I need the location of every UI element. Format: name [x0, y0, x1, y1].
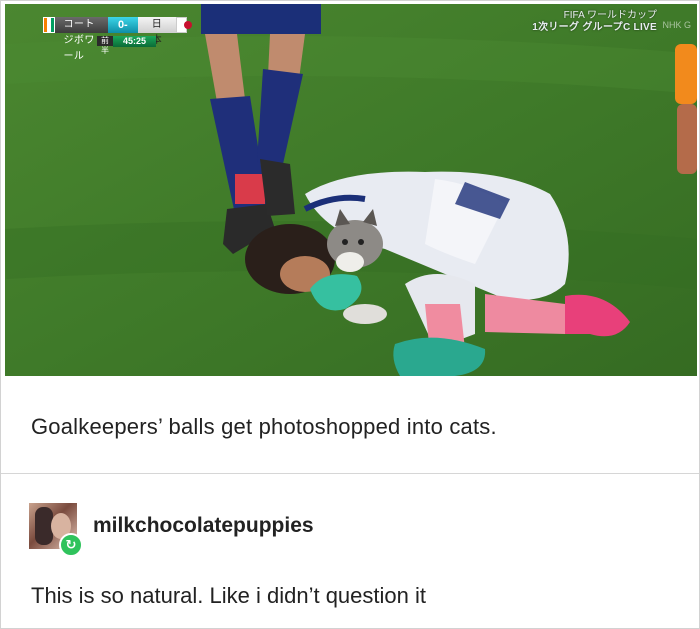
post-card: コートジボワール 0-1 日本 前半 45:25 FIFA ワールドカップ 1次… [0, 0, 700, 629]
match-score: 0-1 [107, 17, 138, 47]
reblog-icon: ↻ [59, 533, 83, 557]
channel-watermark: NHK G [662, 20, 691, 30]
reblog-comment: ↻ milkchocolatepuppies This is so natura… [1, 474, 699, 628]
ivory-coast-flag-icon [43, 17, 56, 33]
post-caption-block: Goalkeepers’ balls get photoshopped into… [1, 377, 699, 472]
half-label: 前半 [97, 36, 113, 55]
reblog-username[interactable]: milkchocolatepuppies [93, 514, 314, 538]
away-team-label: 日本 [137, 17, 176, 46]
broadcast-info: FIFA ワールドカップ 1次リーグ グループC LIVE [532, 10, 657, 34]
broadcast-subtitle: 1次リーグ グループC LIVE [532, 22, 657, 33]
goalkeeper-with-cat-image [5, 4, 697, 376]
reblog-comment-text: This is so natural. Like i didn’t questi… [31, 583, 426, 608]
post-caption: Goalkeepers’ balls get photoshopped into… [31, 414, 497, 439]
home-team-label: コートジボワール [55, 17, 108, 62]
post-photo[interactable]: コートジボワール 0-1 日本 前半 45:25 FIFA ワールドカップ 1次… [5, 4, 697, 376]
match-clock: 45:25 [113, 35, 157, 47]
broadcast-title: FIFA ワールドカップ [563, 10, 657, 21]
japan-flag-icon [175, 17, 192, 33]
